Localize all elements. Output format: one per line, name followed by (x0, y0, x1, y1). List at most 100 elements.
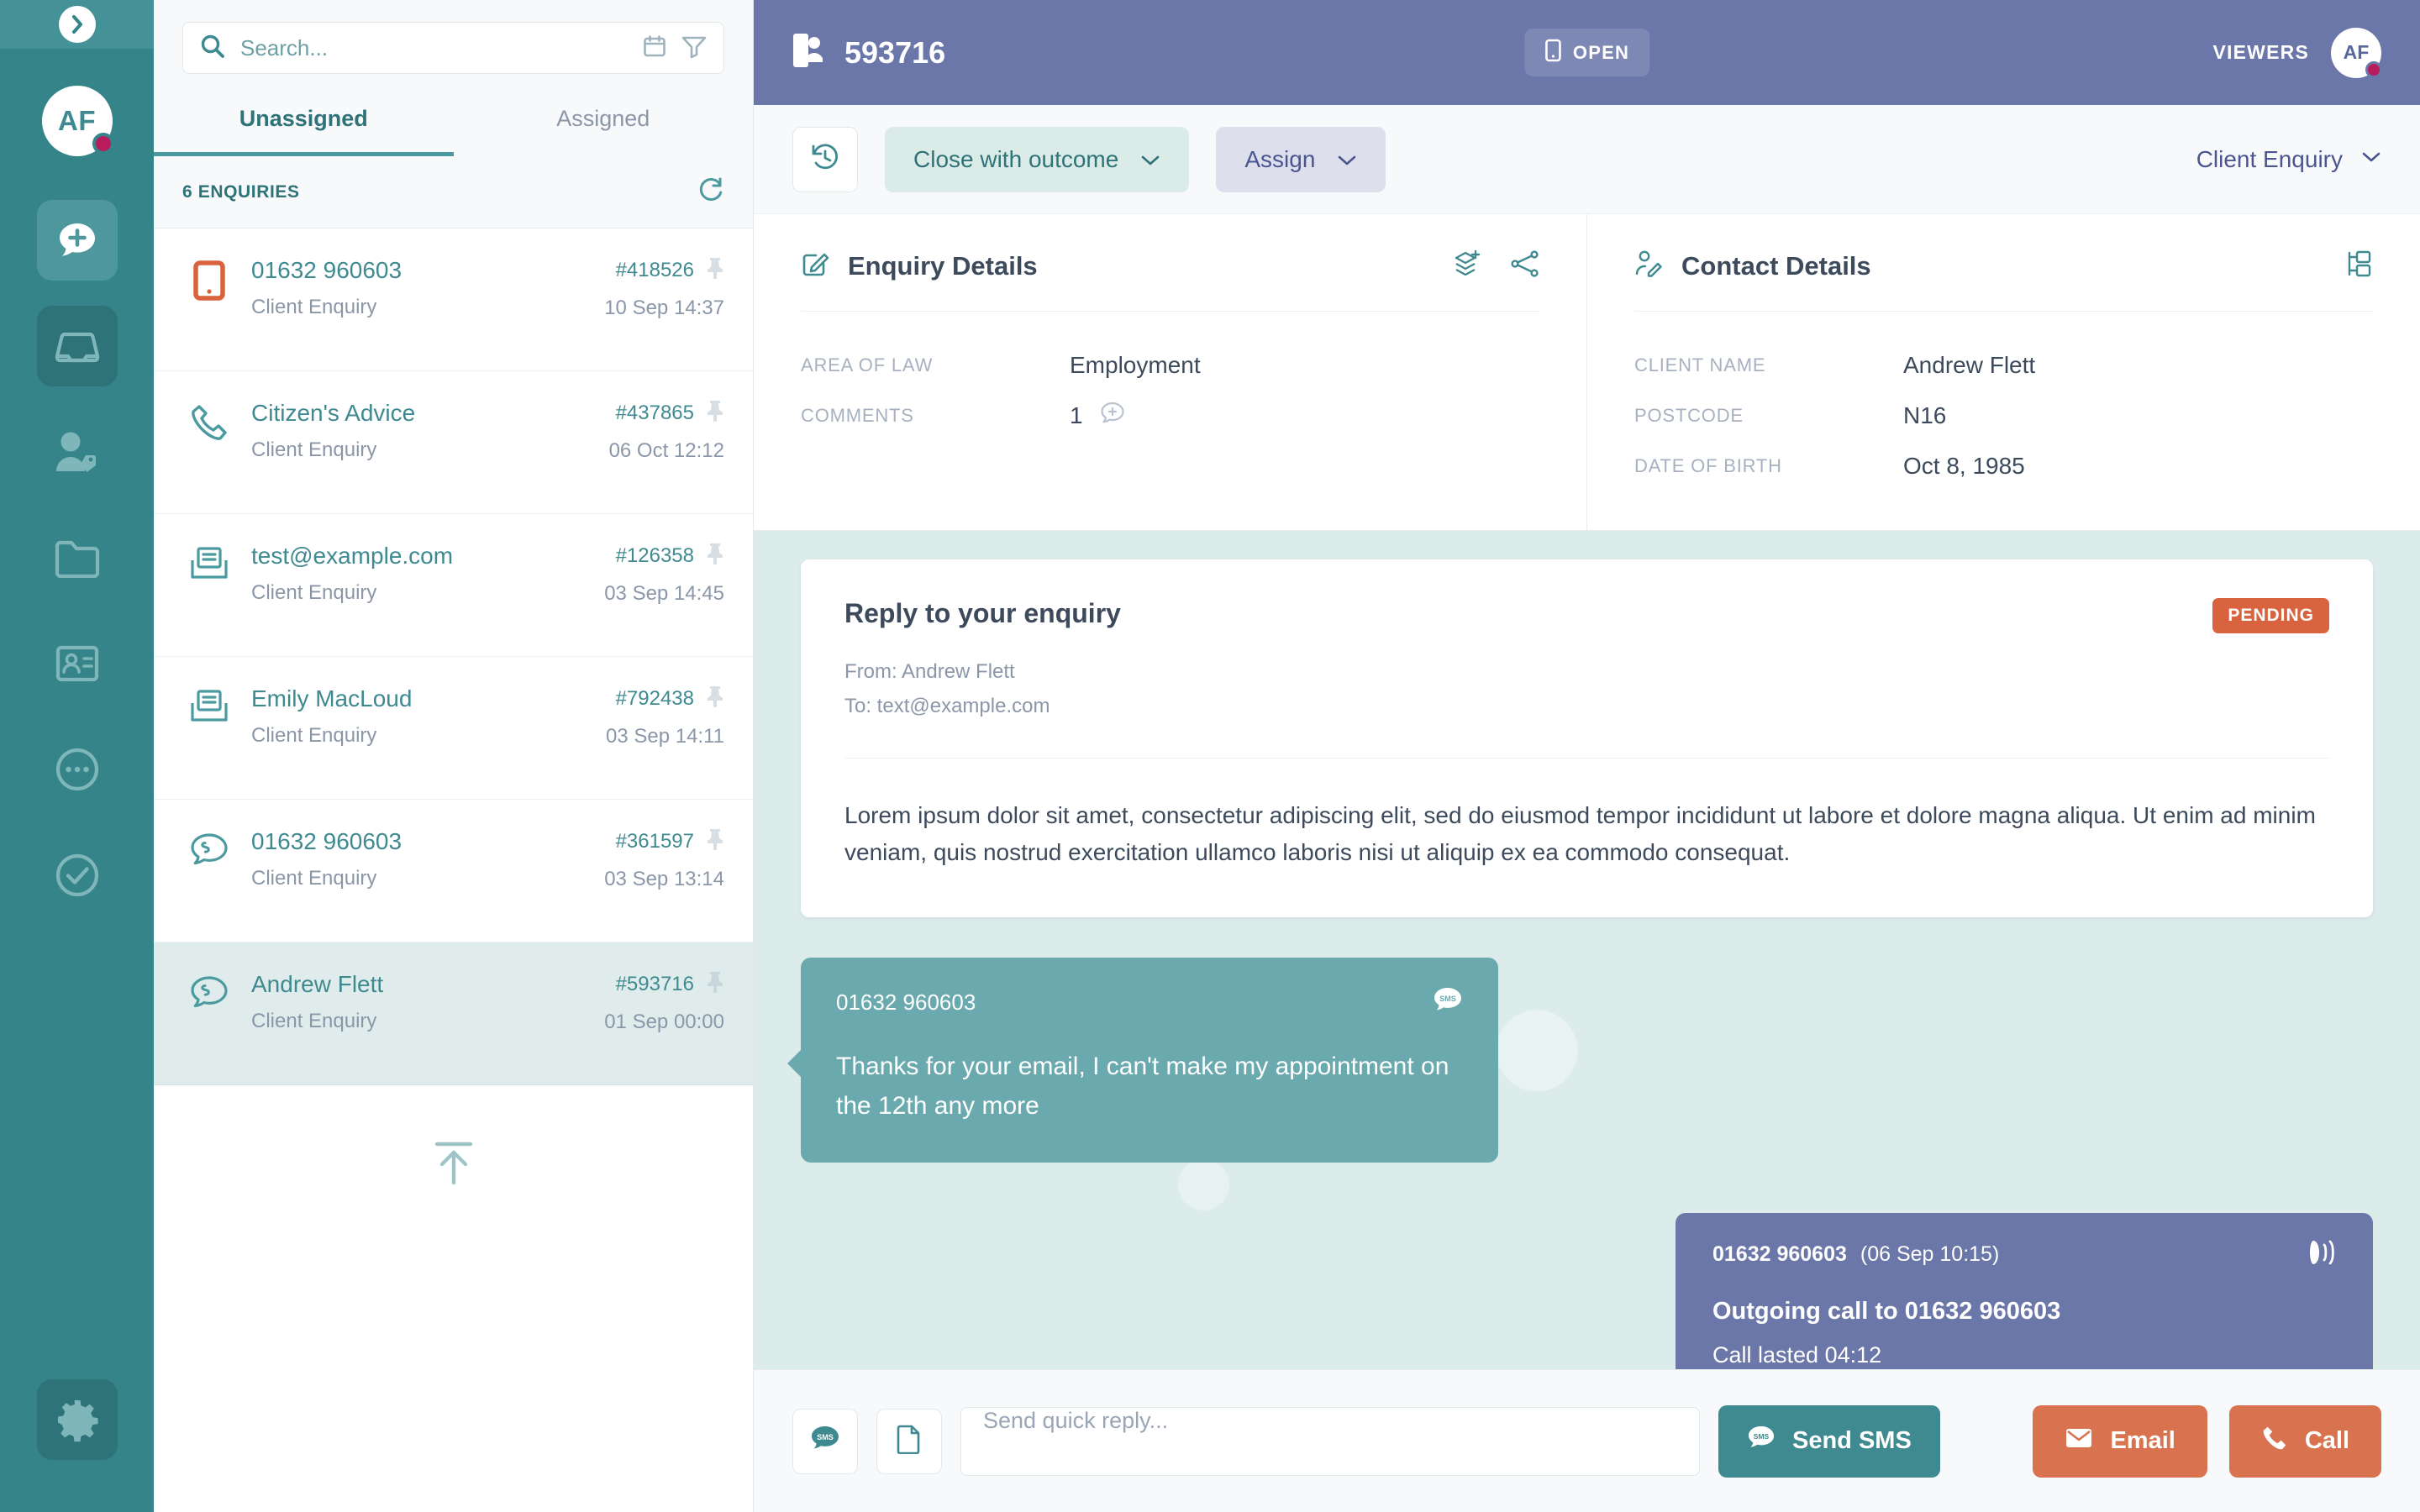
search-input[interactable] (240, 34, 628, 61)
list-item-title: test@example.com (251, 543, 454, 569)
sidebar-item-contact-card[interactable] (37, 623, 118, 704)
email-to: To: text@example.com (844, 694, 1050, 717)
history-button[interactable] (792, 126, 858, 192)
search-box[interactable] (182, 22, 724, 74)
list-item-subtitle: Client Enquiry (251, 581, 377, 604)
pin-icon[interactable] (706, 828, 724, 854)
list-item[interactable]: 01632 960603 Client Enquiry #361597 03 S… (154, 800, 753, 942)
add-layers-icon[interactable] (1454, 249, 1481, 282)
tab-unassigned[interactable]: Unassigned (154, 91, 454, 156)
upload-arrow-icon[interactable] (427, 1136, 481, 1194)
tab-assigned[interactable]: Assigned (454, 91, 754, 156)
nav-rail-items (0, 200, 154, 916)
sidebar-item-completed[interactable] (37, 835, 118, 916)
search-row (154, 0, 753, 91)
history-clock-icon (810, 142, 840, 176)
person-tag-icon (55, 432, 96, 472)
list-item-date: 03 Sep 13:14 (604, 868, 724, 890)
field-label: POSTCODE (1634, 405, 1744, 426)
field-label: CLIENT NAME (1634, 354, 1766, 375)
list-item-subtitle: Client Enquiry (251, 867, 377, 890)
envelope-icon (2065, 1426, 2093, 1457)
inbox-tray-icon (55, 332, 99, 363)
viewer-avatar[interactable]: AF (2331, 27, 2382, 78)
list-item-title: 01632 960603 (251, 257, 402, 283)
list-item[interactable]: test@example.com Client Enquiry #126358 … (154, 514, 753, 657)
list-item-date: 01 Sep 00:00 (604, 1011, 724, 1033)
share-nodes-icon[interactable] (1511, 250, 1539, 281)
avatar-status-dot (92, 133, 114, 155)
list-item[interactable]: Andrew Flett Client Enquiry #593716 01 S… (154, 942, 753, 1085)
sidebar-item-more[interactable] (37, 729, 118, 810)
sidebar-item-contacts-tags[interactable] (37, 412, 118, 492)
chevron-right-icon[interactable] (58, 6, 96, 43)
org-chart-icon[interactable] (2346, 250, 2373, 281)
filter-funnel-icon[interactable] (681, 34, 707, 62)
list-item-id: #593716 (615, 972, 694, 995)
close-with-outcome-label: Close with outcome (913, 145, 1119, 172)
enquiry-type-label: Client Enquiry (2196, 145, 2343, 172)
sms-mode-button[interactable]: SMS (792, 1408, 858, 1474)
template-button[interactable] (876, 1408, 942, 1474)
enquiry-type-dropdown[interactable]: Client Enquiry (2196, 146, 2381, 173)
enquiry-details-title: Enquiry Details (848, 250, 1038, 281)
open-envelope-icon (187, 685, 231, 722)
field-client-name: CLIENT NAME Andrew Flett (1634, 340, 2373, 391)
viewer-status-dot (2365, 60, 2382, 78)
document-icon (897, 1424, 922, 1458)
field-label: COMMENTS (801, 405, 914, 426)
status-badge-label: OPEN (1572, 41, 1630, 63)
status-badge: OPEN (1523, 29, 1650, 76)
pin-icon[interactable] (706, 971, 724, 997)
pin-icon[interactable] (706, 400, 724, 426)
list-item-title: Andrew Flett (251, 971, 384, 997)
comment-plus-icon[interactable] (1100, 401, 1125, 432)
sidebar-item-settings[interactable] (36, 1379, 118, 1460)
open-envelope-icon (187, 543, 231, 580)
pin-icon[interactable] (706, 543, 724, 569)
call-timestamp: (06 Sep 10:15) (1860, 1242, 2000, 1267)
page-title: 593716 (844, 34, 946, 70)
list-item[interactable]: Emily MacLoud Client Enquiry #792438 03 … (154, 657, 753, 800)
list-item-id: #792438 (615, 686, 694, 710)
send-sms-button[interactable]: SMS Send SMS (1718, 1404, 1940, 1478)
field-date-of-birth: DATE OF BIRTH Oct 8, 1985 (1634, 441, 2373, 491)
chat-plus-icon (59, 223, 95, 256)
list-item-date: 03 Sep 14:11 (605, 725, 724, 748)
send-sms-label: Send SMS (1792, 1427, 1912, 1454)
assign-button[interactable]: Assign (1216, 126, 1386, 192)
pin-icon[interactable] (706, 685, 724, 711)
quick-reply-input[interactable] (960, 1406, 1700, 1476)
list-item-date: 06 Oct 12:12 (608, 439, 724, 462)
case-toolbar: Close with outcome Assign Client Enquiry (754, 105, 2420, 214)
enquiry-count-label: 6 ENQUIRIES (182, 181, 300, 202)
call-phone: 01632 960603 (1712, 1242, 1847, 1267)
avatar[interactable]: AF (41, 86, 114, 156)
pin-icon[interactable] (706, 257, 724, 283)
contact-details-card: Contact Details CLIENT NAME Andrew Flett… (1586, 214, 2420, 530)
email-button[interactable]: Email (2033, 1404, 2207, 1478)
assign-label: Assign (1244, 145, 1316, 172)
list-item[interactable]: Citizen's Advice Client Enquiry #437865 … (154, 371, 753, 514)
close-with-outcome-button[interactable]: Close with outcome (885, 126, 1190, 192)
sidebar-item-new-enquiry[interactable] (36, 200, 118, 281)
email-from: From: Andrew Flett (844, 660, 1015, 683)
field-value: 1 (1070, 402, 1083, 428)
list-item-title: 01632 960603 (251, 828, 402, 854)
sms-message-bubble: 01632 960603 SMS Thanks for your email, … (787, 958, 1498, 1163)
field-value: Andrew Flett (1903, 352, 2036, 378)
call-button[interactable]: Call (2228, 1404, 2381, 1478)
sidebar-item-folders[interactable] (37, 517, 118, 598)
sidebar-item-inbox[interactable] (36, 306, 118, 386)
enquiry-details-card: Enquiry Details AREA OF LAW Employment C… (754, 214, 1586, 530)
list-item-id: #361597 (615, 829, 694, 853)
detail-cards: Enquiry Details AREA OF LAW Employment C… (754, 214, 2420, 531)
calendar-icon[interactable] (643, 34, 666, 62)
list-item-subtitle: Client Enquiry (251, 1010, 377, 1032)
list-item[interactable]: 01632 960603 Client Enquiry #418526 10 S… (154, 228, 753, 371)
message-thread[interactable]: Reply to your enquiry PENDING From: Andr… (754, 531, 2420, 1369)
main-panel: 593716 OPEN VIEWERS AF Close with outcom… (754, 0, 2420, 1512)
check-circle-icon (55, 853, 98, 897)
composer-bar: SMS SMS (754, 1369, 2420, 1512)
refresh-icon[interactable] (697, 176, 724, 207)
